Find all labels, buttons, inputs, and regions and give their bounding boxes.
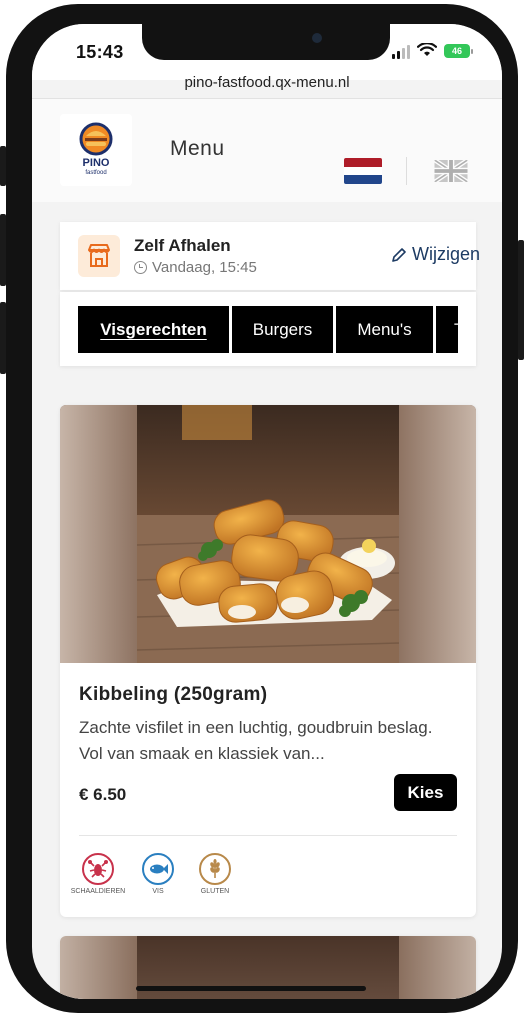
- category-tabs[interactable]: Visgerechten Burgers Menu's T: [78, 306, 458, 353]
- kibbeling-photo: [137, 405, 399, 663]
- allergen-label: VIS: [152, 888, 164, 895]
- pickup-title: Zelf Afhalen: [134, 236, 231, 255]
- power-button: [518, 240, 524, 360]
- home-indicator[interactable]: [136, 986, 366, 991]
- status-time: 15:43: [76, 42, 124, 62]
- tab-menus[interactable]: Menu's: [336, 306, 433, 353]
- store-icon-graphic: [88, 244, 110, 267]
- fish-icon: [142, 853, 174, 885]
- notch: [142, 24, 390, 60]
- battery-level: 46: [451, 46, 462, 56]
- allergen-fish[interactable]: VIS: [128, 853, 188, 895]
- image-blur-right: [399, 936, 476, 999]
- app-header: PINO fastfood Menu: [32, 99, 502, 202]
- logo-text: PINO: [82, 157, 110, 169]
- phone-frame: 15:43 46 pino-fastfood.qx-menu.nl PINO f…: [0, 4, 524, 1013]
- store-icon: [78, 235, 120, 277]
- language-divider: [406, 157, 407, 185]
- status-bar: 15:43 46 pino-fastfood.qx-menu.nl: [32, 24, 502, 99]
- restaurant-logo[interactable]: PINO fastfood: [60, 114, 132, 186]
- category-tabs-bar: Visgerechten Burgers Menu's T: [60, 292, 476, 366]
- product-name: Kibbeling (250gram): [79, 684, 268, 705]
- logo-subtext: fastfood: [85, 170, 107, 176]
- battery-tip: [471, 49, 473, 54]
- lobster-icon: [82, 853, 114, 885]
- product-price: € 6.50: [79, 785, 127, 804]
- tab-partial[interactable]: T: [436, 306, 458, 353]
- wifi-icon: [417, 43, 437, 56]
- camera-icon: [312, 33, 322, 43]
- burger-logo-icon: [79, 122, 113, 156]
- allergen-label: SCHAALDIEREN: [70, 888, 126, 895]
- pickup-time: Vandaag, 15:45: [152, 259, 257, 276]
- tab-visgerechten[interactable]: Visgerechten: [78, 306, 229, 353]
- pencil-icon: [392, 247, 406, 262]
- battery-icon: 46: [444, 44, 470, 58]
- wheat-icon: [199, 853, 231, 885]
- screen: 15:43 46 pino-fastfood.qx-menu.nl PINO f…: [32, 24, 502, 999]
- volume-up-button: [0, 214, 6, 286]
- flag-nl-icon[interactable]: [344, 158, 382, 184]
- product-card[interactable]: Kibbeling (250gram) Zachte visfilet in e…: [60, 405, 476, 917]
- allergen-label: GLUTEN: [200, 888, 230, 895]
- allergen-shellfish[interactable]: SCHAALDIEREN: [68, 853, 128, 895]
- clock-icon: [134, 261, 147, 274]
- image-blur-left: [60, 936, 137, 999]
- edit-label: Wijzigen: [412, 244, 481, 264]
- product-description: Zachte visfilet in een luchtig, goudbrui…: [79, 718, 433, 763]
- product-image[interactable]: [60, 405, 476, 663]
- divider: [79, 835, 457, 836]
- tab-burgers[interactable]: Burgers: [232, 306, 333, 353]
- signal-icon: [392, 45, 412, 59]
- flag-uk-icon[interactable]: [434, 160, 468, 182]
- page-title: Menu: [170, 137, 225, 160]
- volume-down-button: [0, 302, 6, 374]
- pickup-panel: Zelf Afhalen Vandaag, 15:45 Wijzigen: [60, 222, 480, 290]
- image-blur-left: [60, 405, 137, 663]
- image-blur-right: [399, 405, 476, 663]
- edit-pickup-link[interactable]: Wijzigen: [390, 244, 480, 265]
- address-bar-url[interactable]: pino-fastfood.qx-menu.nl: [32, 74, 502, 91]
- allergen-gluten[interactable]: GLUTEN: [185, 853, 245, 895]
- mute-switch: [0, 146, 6, 186]
- choose-button[interactable]: Kies: [394, 774, 457, 811]
